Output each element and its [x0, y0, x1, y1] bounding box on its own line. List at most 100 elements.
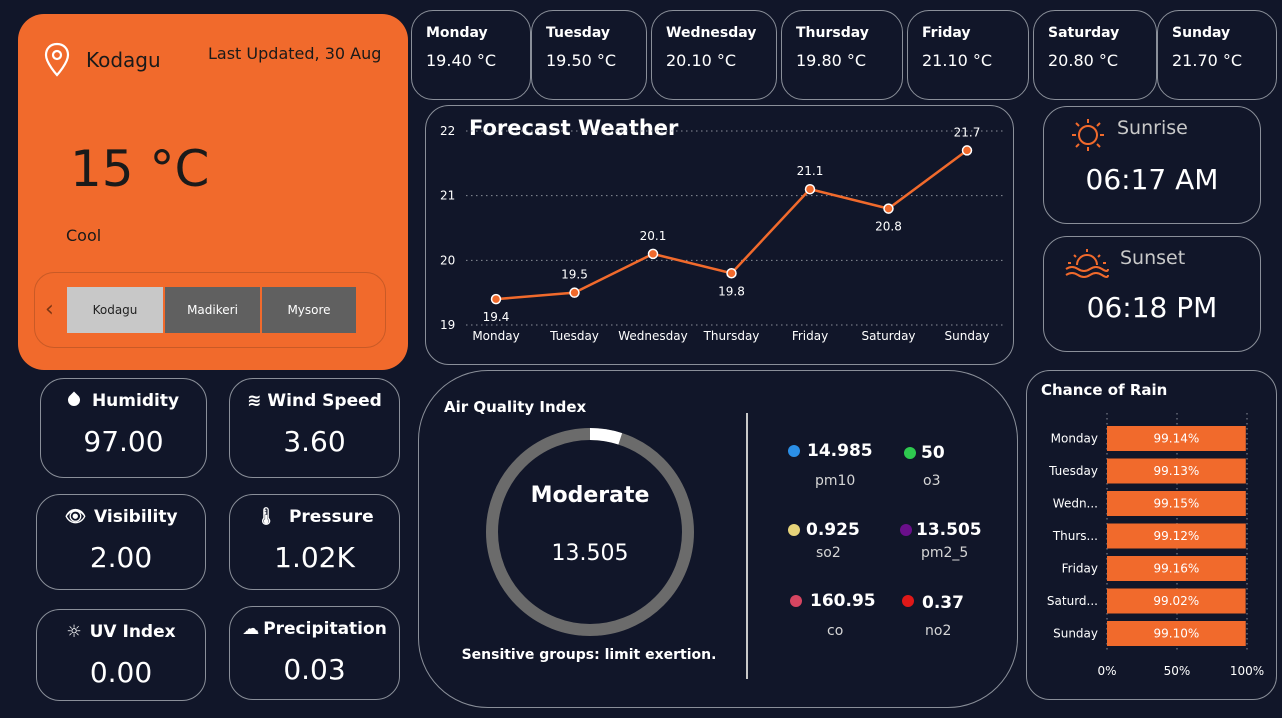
uv-index-value: 0.00 [89, 656, 153, 689]
current-temperature: 15 °C [70, 140, 210, 198]
pollutant-name: no2 [925, 623, 952, 639]
x-tick-label: Tuesday [549, 329, 599, 343]
data-label: 99.12% [1154, 529, 1200, 543]
y-tick-label: 21 [440, 189, 455, 203]
precipitation-card: ☁ Precipitation 0.03 [229, 606, 400, 700]
y-tick-label: Thurs... [1052, 529, 1098, 543]
day-card: Monday 19.40 °C [411, 10, 531, 100]
data-label: 99.13% [1154, 464, 1200, 478]
day-temp: 21.70 °C [1172, 51, 1243, 70]
data-label: 20.1 [640, 229, 667, 243]
visibility-label: Visibility [94, 507, 178, 527]
condition-text: Cool [66, 226, 102, 245]
tab-madikeri[interactable]: Madikeri [165, 287, 260, 333]
thermometer-icon: 🌡 [255, 507, 277, 527]
day-temp: 19.40 °C [426, 51, 497, 70]
rain-bar-chart: 0% 50% 100% 99.14% Monday 99.13% Tuesday 99.15%… [1047, 413, 1264, 678]
aqi-advice: Sensitive groups: limit exertion. [461, 647, 717, 663]
pressure-label: Pressure [288, 507, 374, 527]
wind-speed-label: Wind Speed [267, 391, 382, 411]
sunset-icon [1065, 249, 1109, 278]
y-tick-label: 19 [440, 318, 455, 332]
data-label: 21.7 [954, 125, 981, 139]
data-point [804, 183, 816, 195]
so2-dot [788, 524, 800, 536]
day-card: Saturday 20.80 °C [1033, 10, 1157, 100]
y-tick-label: 22 [440, 124, 455, 138]
data-label: 99.14% [1154, 432, 1200, 446]
last-updated: Last Updated, 30 Aug [208, 44, 382, 63]
x-tick-label: Monday [472, 329, 519, 343]
chevron-left-icon[interactable]: ‹ [45, 297, 54, 322]
x-tick-label: 0% [1097, 664, 1116, 678]
y-tick-label: Tuesday [1048, 464, 1098, 478]
data-label: 19.5 [561, 268, 588, 282]
pollutant-name: so2 [816, 545, 841, 561]
data-point [726, 268, 737, 279]
pollutant-name: co [827, 623, 844, 639]
aqi-value: 13.505 [551, 541, 629, 566]
location-pin-icon [44, 42, 70, 77]
day-temp: 19.50 °C [546, 51, 617, 70]
data-label: 99.15% [1154, 497, 1200, 511]
tab-kodagu[interactable]: Kodagu [67, 287, 163, 333]
eye-icon: 👁 [64, 507, 87, 527]
data-label: 19.8 [718, 284, 745, 298]
day-name: Friday [922, 25, 971, 41]
co-dot [790, 595, 802, 607]
forecast-card: Forecast Weather 19 20 21 22 19.4 Monday 19.5 T… [425, 105, 1014, 365]
day-temp: 21.10 °C [922, 51, 993, 70]
data-point [961, 145, 973, 156]
day-temp: 19.80 °C [796, 51, 867, 70]
pm2-5-dot [900, 524, 912, 536]
day-name: Monday [426, 25, 488, 41]
y-tick-label: 20 [440, 253, 455, 267]
pm10-dot [788, 445, 800, 457]
pressure-card: 🌡 Pressure 1.02K [229, 494, 400, 590]
day-name: Sunday [1172, 25, 1231, 41]
y-tick-label: Monday [1051, 432, 1098, 446]
x-tick-label: Friday [792, 329, 828, 343]
gauge-track [486, 428, 694, 636]
day-name: Wednesday [666, 25, 757, 41]
x-tick-label: Sunday [945, 329, 990, 343]
humidity-card: Humidity 97.00 [40, 378, 207, 478]
data-label: 20.8 [875, 220, 902, 234]
pollutant-value: 14.985 [807, 441, 873, 461]
divider [746, 413, 748, 679]
day-card: Friday 21.10 °C [907, 10, 1029, 100]
x-tick-label: 50% [1164, 664, 1191, 678]
aqi-status: Moderate [530, 483, 650, 508]
aqi-card: Air Quality Index Moderate 13.505 Sensit… [418, 370, 1018, 708]
day-card: Tuesday 19.50 °C [531, 10, 647, 100]
aqi-gauge [486, 428, 694, 636]
data-label: 99.02% [1153, 594, 1199, 608]
pollutant-value: 13.505 [916, 520, 982, 540]
location-card: Kodagu Last Updated, 30 Aug 15 °C Cool ‹… [18, 14, 408, 370]
forecast-line-chart: 19 20 21 22 19.4 Monday 19.5 Tuesday 20.1 Wednesd… [440, 124, 1006, 343]
uv-sun-icon: ☼ [66, 622, 82, 642]
data-label: 19.4 [483, 310, 510, 324]
uv-index-label: UV Index [89, 622, 176, 642]
visibility-value: 2.00 [89, 541, 153, 574]
tab-mysore[interactable]: Mysore [262, 287, 356, 333]
day-temp: 20.80 °C [1048, 51, 1119, 70]
precipitation-label: Precipitation [263, 619, 387, 639]
wind-speed-card: ≋ Wind Speed 3.60 [229, 378, 400, 478]
y-tick-label: Saturd... [1047, 594, 1098, 608]
o3-dot [904, 447, 916, 459]
sunrise-card: Sunrise 06:17 AM [1043, 106, 1261, 224]
day-name: Saturday [1048, 25, 1120, 41]
data-label: 21.1 [797, 164, 824, 178]
city-name: Kodagu [86, 48, 161, 72]
day-card: Sunday 21.70 °C [1157, 10, 1277, 100]
sunset-label: Sunset [1120, 247, 1186, 269]
data-point [569, 287, 580, 298]
cloud-rain-icon: ☁ [242, 619, 260, 639]
day-name: Thursday [796, 25, 869, 41]
sunset-card: Sunset 06:18 PM [1043, 236, 1261, 352]
visibility-card: 👁 Visibility 2.00 [36, 494, 206, 590]
wind-speed-value: 3.60 [283, 425, 346, 458]
sunset-time: 06:18 PM [1086, 291, 1218, 324]
sunrise-time: 06:17 AM [1085, 163, 1219, 196]
